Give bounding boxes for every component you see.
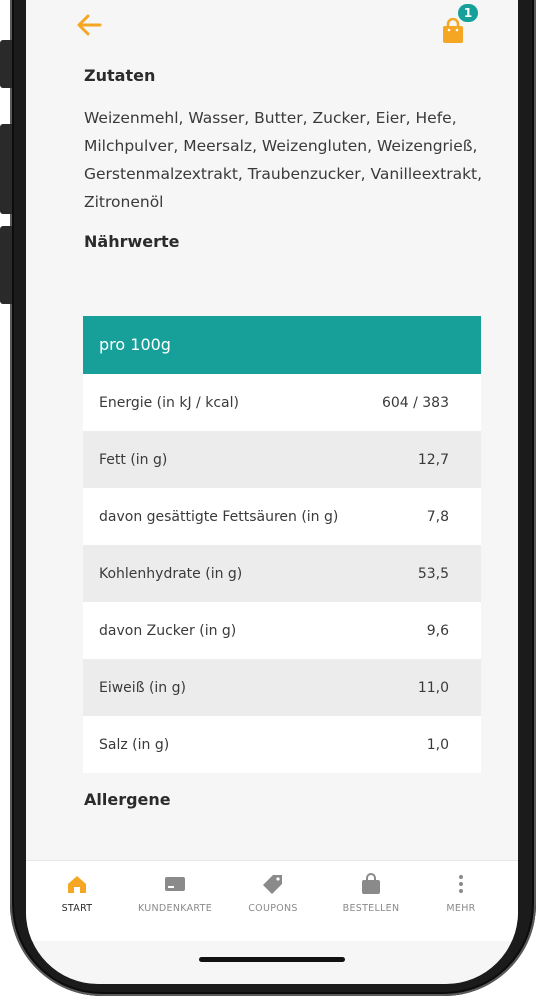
row-label: Fett (in g)	[99, 451, 168, 468]
shopping-bag-icon	[362, 873, 380, 894]
more-vertical-icon	[459, 875, 463, 893]
table-row: davon gesättigte Fettsäuren (in g) 7,8	[83, 488, 481, 545]
table-row: Energie (in kJ / kcal) 604 / 383	[83, 374, 481, 431]
table-row: Kohlenhydrate (in g) 53,5	[83, 545, 481, 602]
nav-label: START	[61, 903, 93, 914]
home-icon	[68, 876, 86, 893]
bottom-nav: START KUNDENKARTE COUPONS BESTELLEN MEHR	[26, 860, 518, 941]
nutrition-table: pro 100g Energie (in kJ / kcal) 604 / 38…	[83, 316, 481, 773]
allergens-title: Allergene	[84, 790, 171, 809]
row-value: 53,5	[417, 565, 449, 582]
home-indicator	[199, 957, 345, 962]
nav-label: COUPONS	[248, 903, 298, 914]
table-row: davon Zucker (in g) 9,6	[83, 602, 481, 659]
cart-count-badge: 1	[458, 4, 478, 22]
row-value: 11,0	[417, 679, 449, 696]
row-label: Kohlenhydrate (in g)	[99, 565, 243, 582]
row-label: davon Zucker (in g)	[99, 622, 237, 639]
row-value: 9,6	[426, 622, 449, 639]
table-row: Fett (in g) 12,7	[83, 431, 481, 488]
nav-item-bestellen[interactable]: BESTELLEN	[326, 873, 416, 914]
nav-item-kundenkarte[interactable]: KUNDENKARTE	[130, 873, 220, 914]
ingredients-title: Zutaten	[84, 66, 156, 85]
table-row: Eiweiß (in g) 11,0	[83, 659, 481, 716]
card-icon	[165, 877, 185, 891]
nav-item-start[interactable]: START	[32, 873, 122, 914]
table-row: Salz (in g) 1,0	[83, 716, 481, 773]
top-bar: 1	[26, 0, 518, 60]
nav-item-mehr[interactable]: MEHR	[416, 873, 506, 914]
row-value: 12,7	[417, 451, 449, 468]
phone-side-button	[0, 226, 12, 304]
page-content: 1 Zutaten Weizenmehl, Wasser, Butter, Zu…	[26, 0, 518, 809]
row-value: 604 / 383	[381, 394, 449, 411]
nav-label: BESTELLEN	[342, 903, 400, 914]
row-label: davon gesättigte Fettsäuren (in g)	[99, 508, 339, 525]
row-value: 7,8	[426, 508, 449, 525]
phone-side-button	[0, 40, 12, 88]
nav-label: KUNDENKARTE	[137, 903, 213, 914]
ingredients-text: Weizenmehl, Wasser, Butter, Zucker, Eier…	[84, 109, 483, 211]
nutrition-title: Nährwerte	[84, 232, 180, 251]
row-label: Salz (in g)	[99, 736, 170, 753]
arrow-left-icon[interactable]	[74, 10, 104, 40]
tag-icon	[263, 875, 282, 894]
phone-screen: 1 Zutaten Weizenmehl, Wasser, Butter, Zu…	[26, 0, 518, 984]
row-label: Energie (in kJ / kcal)	[99, 394, 239, 411]
nav-item-coupons[interactable]: COUPONS	[228, 873, 318, 914]
nutrition-table-header: pro 100g	[83, 316, 481, 374]
nutrition-rows: Energie (in kJ / kcal) 604 / 383 Fett (i…	[83, 374, 481, 773]
row-label: Eiweiß (in g)	[99, 679, 186, 696]
row-value: 1,0	[426, 736, 449, 753]
phone-side-button	[0, 124, 12, 214]
shopping-bag-icon[interactable]	[440, 18, 466, 44]
nav-label: MEHR	[446, 903, 476, 914]
